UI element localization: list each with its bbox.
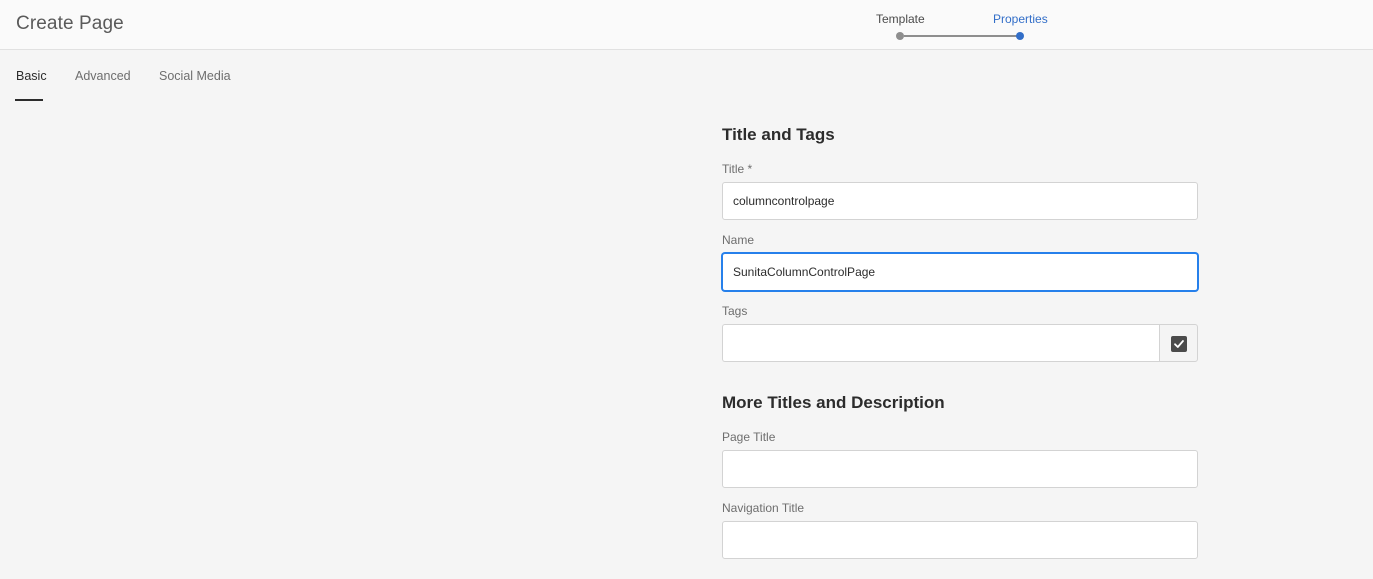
wizard-step-template-dot (896, 32, 904, 40)
tab-basic[interactable]: Basic (16, 69, 47, 83)
page-title-input[interactable] (722, 450, 1198, 488)
wizard-steps: Template Properties (870, 10, 1060, 46)
name-input[interactable] (722, 253, 1198, 291)
tags-picker-button[interactable] (1159, 324, 1198, 362)
title-field-label: Title * (722, 162, 753, 176)
name-field-label: Name (722, 233, 755, 247)
header-bar: Create Page Template Properties (0, 0, 1373, 50)
navigation-title-field-label: Navigation Title (722, 501, 805, 515)
tab-bar: Basic Advanced Social Media (0, 51, 400, 101)
tab-advanced[interactable]: Advanced (75, 69, 131, 83)
tab-social-media[interactable]: Social Media (159, 69, 231, 83)
navigation-title-input[interactable] (722, 521, 1198, 559)
tags-input[interactable] (722, 324, 1159, 362)
wizard-step-properties[interactable]: Properties (993, 12, 1048, 26)
page-title: Create Page (16, 13, 124, 34)
page-title-field-label: Page Title (722, 430, 776, 444)
wizard-step-template[interactable]: Template (876, 12, 925, 26)
wizard-progress-line (904, 35, 1020, 37)
section-heading-title-and-tags: Title and Tags (722, 125, 835, 144)
tags-field-label: Tags (722, 304, 748, 318)
check-icon (1171, 336, 1187, 352)
create-page-wizard: Create Page Template Properties Basic Ad… (0, 0, 1373, 579)
title-input[interactable] (722, 182, 1198, 220)
section-heading-more-titles: More Titles and Description (722, 393, 945, 412)
active-tab-indicator (15, 99, 43, 101)
wizard-step-properties-dot (1016, 32, 1024, 40)
